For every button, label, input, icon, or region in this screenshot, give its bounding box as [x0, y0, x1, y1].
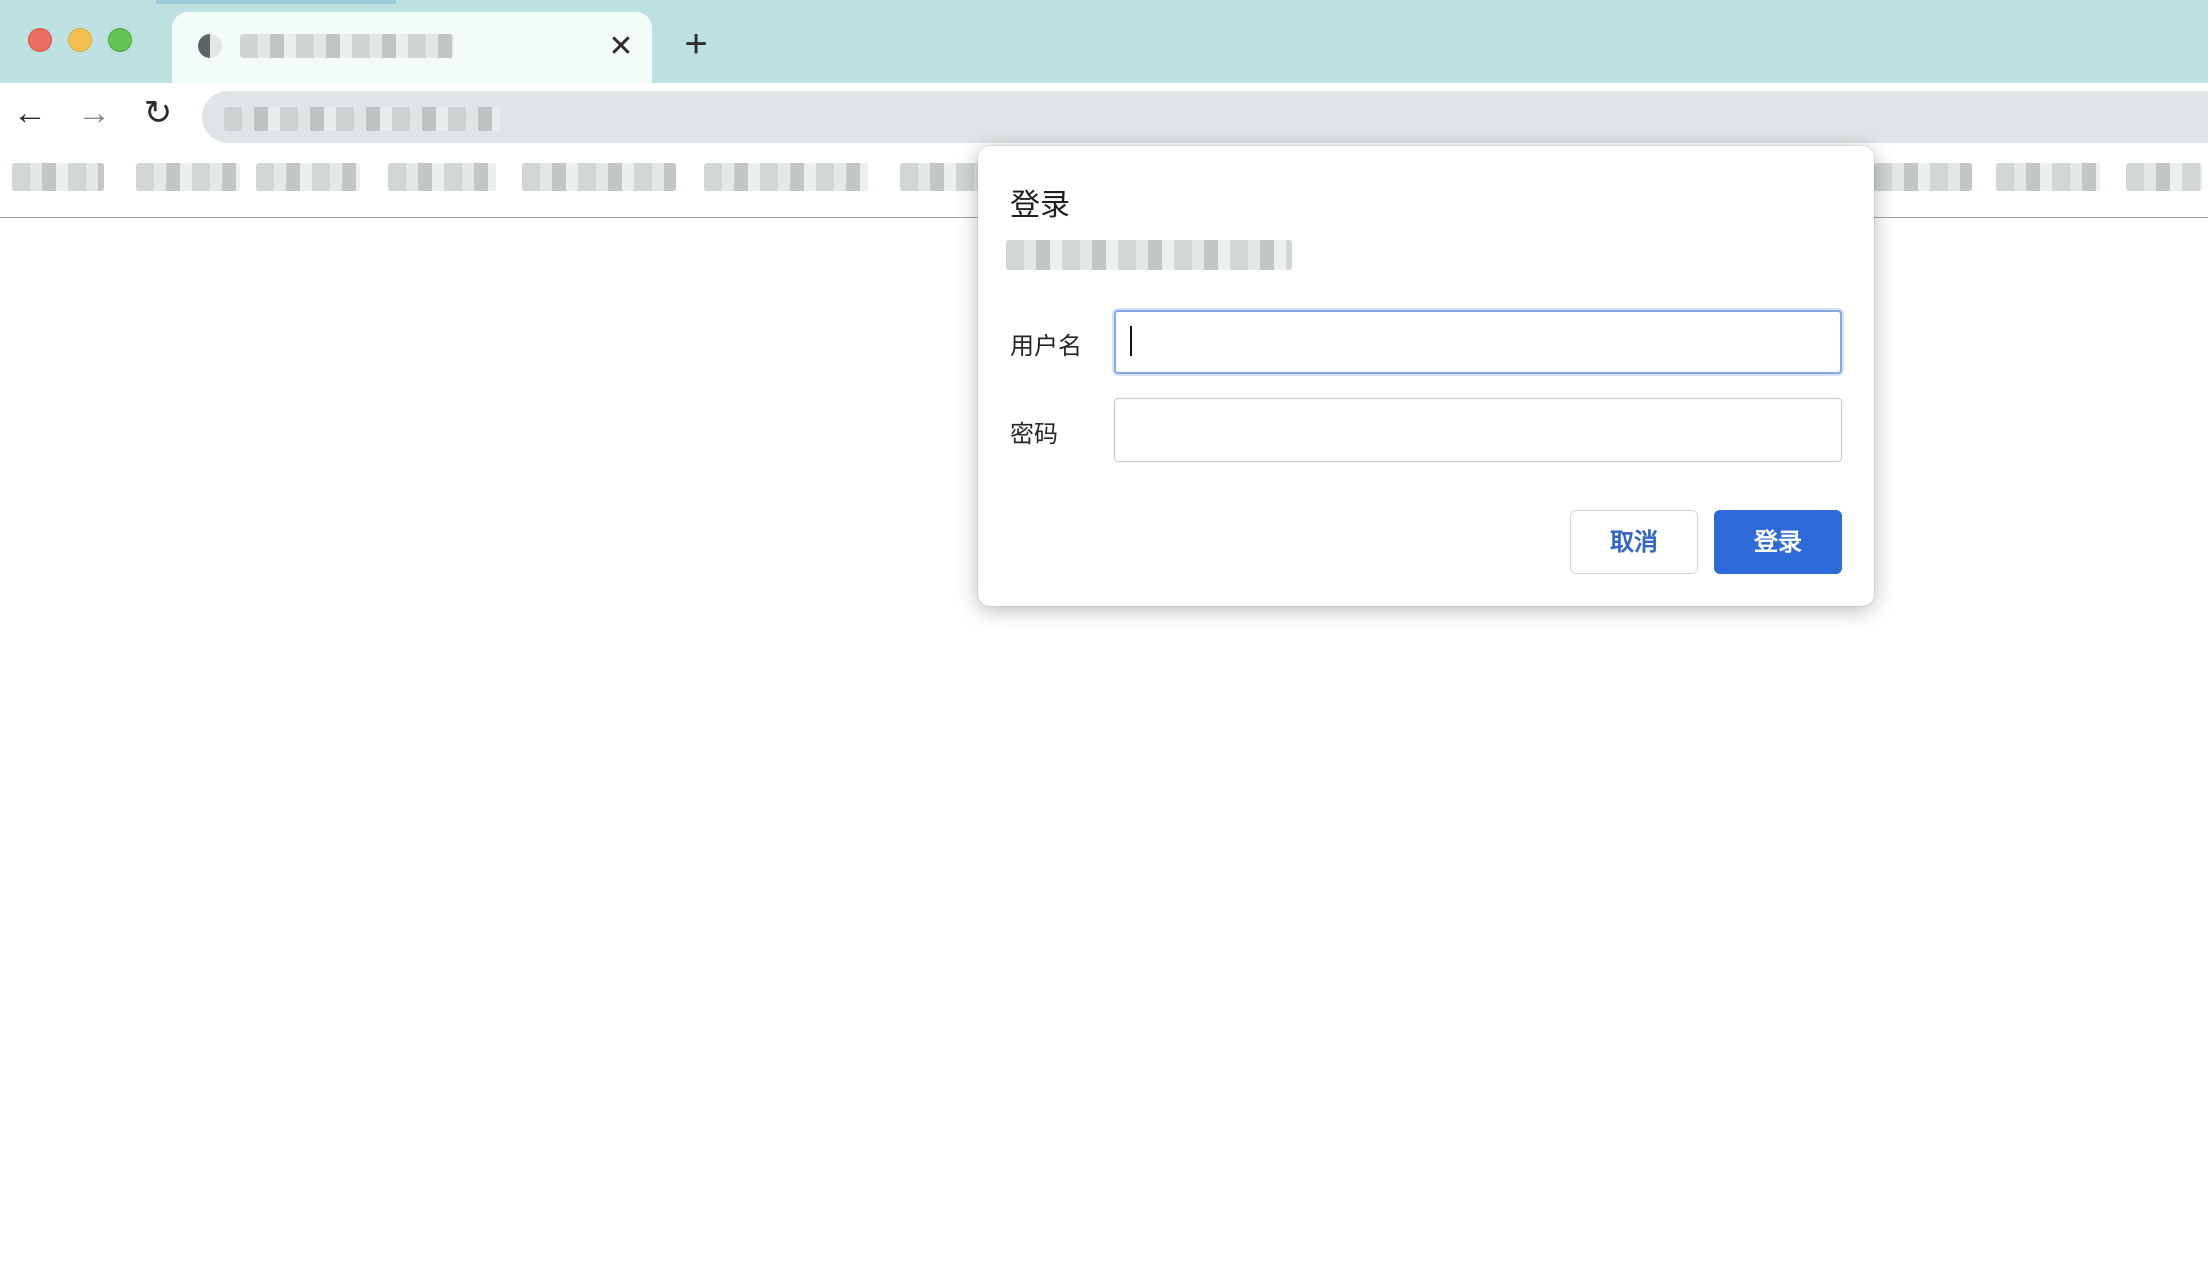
new-tab-button[interactable]: + — [676, 24, 716, 64]
browser-tab-active[interactable]: ✕ — [172, 12, 652, 83]
username-input[interactable] — [1114, 310, 1842, 374]
browser-titlebar: ✕ + — [0, 0, 2208, 83]
tab-accent-bar — [156, 0, 396, 4]
text-caret — [1130, 326, 1132, 356]
bookmark-item[interactable] — [12, 163, 104, 191]
back-arrow-icon[interactable]: ← — [8, 91, 52, 135]
window-minimize-button[interactable] — [68, 28, 92, 52]
bookmark-item[interactable] — [388, 163, 496, 191]
address-bar[interactable] — [202, 91, 2208, 143]
bookmark-item[interactable] — [2126, 163, 2202, 191]
bookmark-item[interactable] — [1874, 163, 1972, 191]
bookmark-item[interactable] — [256, 163, 360, 191]
bookmark-item[interactable] — [522, 163, 676, 191]
address-url-redacted — [224, 107, 500, 131]
window-maximize-button[interactable] — [108, 28, 132, 52]
bookmark-item[interactable] — [900, 163, 980, 191]
dialog-title: 登录 — [1010, 189, 1070, 222]
tab-favicon-icon — [198, 34, 222, 58]
dialog-subtitle-redacted — [1006, 240, 1292, 270]
cancel-button[interactable]: 取消 — [1570, 510, 1698, 574]
password-label: 密码 — [1010, 421, 1058, 448]
login-dialog: 登录 用户名 密码 取消 登录 — [978, 146, 1874, 606]
bookmark-item[interactable] — [1996, 163, 2100, 191]
tab-close-icon[interactable]: ✕ — [604, 30, 638, 64]
login-button[interactable]: 登录 — [1714, 510, 1842, 574]
forward-arrow-icon[interactable]: → — [72, 91, 116, 135]
browser-toolbar: ← → ↻ — [0, 83, 2208, 143]
username-label: 用户名 — [1010, 333, 1082, 360]
tab-title-redacted — [240, 34, 454, 58]
password-input[interactable] — [1114, 398, 1842, 462]
window-close-button[interactable] — [28, 28, 52, 52]
bookmark-item[interactable] — [704, 163, 868, 191]
bookmark-item[interactable] — [136, 163, 240, 191]
reload-icon[interactable]: ↻ — [136, 91, 180, 135]
